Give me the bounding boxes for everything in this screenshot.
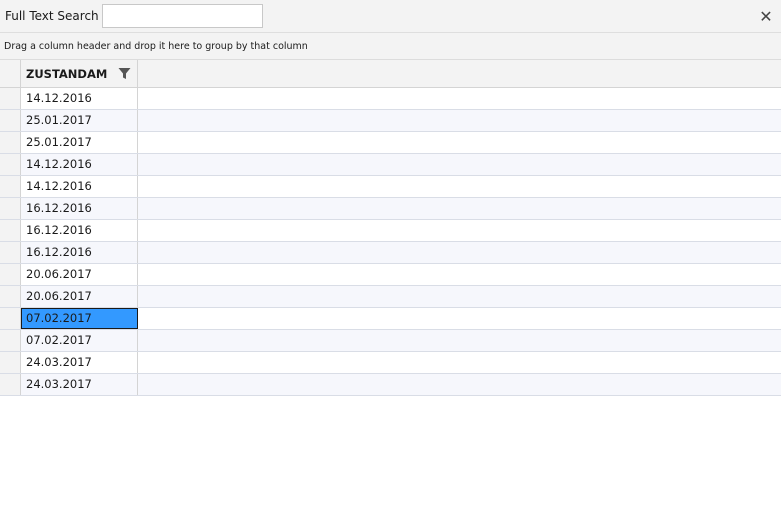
table-row[interactable]: 24.03.2017 <box>0 374 781 396</box>
grid-body: 14.12.2016 25.01.2017 25.01.2017 14.12.2016… <box>0 88 781 396</box>
full-text-search-bar: Full Text Search ✕ <box>0 0 781 33</box>
row-indicator[interactable] <box>0 242 21 263</box>
selected-cell[interactable]: 07.02.2017 <box>21 308 138 329</box>
search-label: Full Text Search <box>5 9 99 23</box>
grid-cell[interactable]: 14.12.2016 <box>21 176 138 197</box>
row-indicator[interactable] <box>0 352 21 373</box>
column-header-label: ZUSTANDAM <box>26 67 108 81</box>
row-indicator[interactable] <box>0 220 21 241</box>
grid-cell[interactable]: 24.03.2017 <box>21 352 138 373</box>
table-row[interactable]: 16.12.2016 <box>0 198 781 220</box>
grid-cell[interactable]: 25.01.2017 <box>21 110 138 131</box>
grid-cell[interactable]: 24.03.2017 <box>21 374 138 395</box>
table-row[interactable]: 20.06.2017 <box>0 286 781 308</box>
row-indicator[interactable] <box>0 110 21 131</box>
grid-cell[interactable]: 16.12.2016 <box>21 198 138 219</box>
group-panel-hint: Drag a column header and drop it here to… <box>4 41 308 52</box>
row-indicator[interactable] <box>0 198 21 219</box>
table-row[interactable]: 07.02.2017 <box>0 308 781 330</box>
table-row[interactable]: 24.03.2017 <box>0 352 781 374</box>
grid-cell[interactable]: 20.06.2017 <box>21 264 138 285</box>
grid-cell[interactable]: 16.12.2016 <box>21 220 138 241</box>
row-indicator[interactable] <box>0 154 21 175</box>
grid-cell[interactable]: 14.12.2016 <box>21 88 138 109</box>
grid-header-row: ZUSTANDAM <box>0 60 781 88</box>
table-row[interactable]: 14.12.2016 <box>0 154 781 176</box>
row-indicator-header <box>0 60 21 87</box>
row-indicator[interactable] <box>0 286 21 307</box>
row-indicator[interactable] <box>0 374 21 395</box>
grid-cell[interactable]: 16.12.2016 <box>21 242 138 263</box>
table-row[interactable]: 16.12.2016 <box>0 242 781 264</box>
table-row[interactable]: 14.12.2016 <box>0 88 781 110</box>
grid-cell[interactable]: 25.01.2017 <box>21 132 138 153</box>
row-indicator[interactable] <box>0 308 21 329</box>
row-indicator[interactable] <box>0 264 21 285</box>
search-input[interactable] <box>102 4 263 28</box>
column-header-zustandam[interactable]: ZUSTANDAM <box>21 60 138 87</box>
grid-cell[interactable]: 20.06.2017 <box>21 286 138 307</box>
row-indicator[interactable] <box>0 132 21 153</box>
row-indicator[interactable] <box>0 88 21 109</box>
table-row[interactable]: 14.12.2016 <box>0 176 781 198</box>
table-row[interactable]: 25.01.2017 <box>0 110 781 132</box>
group-panel[interactable]: Drag a column header and drop it here to… <box>0 33 781 60</box>
row-indicator[interactable] <box>0 330 21 351</box>
data-grid: ZUSTANDAM 14.12.2016 25.01.2017 25.01.2017… <box>0 60 781 396</box>
grid-cell[interactable]: 07.02.2017 <box>21 330 138 351</box>
table-row[interactable]: 07.02.2017 <box>0 330 781 352</box>
row-indicator[interactable] <box>0 176 21 197</box>
table-row[interactable]: 20.06.2017 <box>0 264 781 286</box>
clear-search-button[interactable]: ✕ <box>757 6 775 26</box>
table-row[interactable]: 25.01.2017 <box>0 132 781 154</box>
filter-icon[interactable] <box>118 67 131 80</box>
grid-cell[interactable]: 14.12.2016 <box>21 154 138 175</box>
table-row[interactable]: 16.12.2016 <box>0 220 781 242</box>
